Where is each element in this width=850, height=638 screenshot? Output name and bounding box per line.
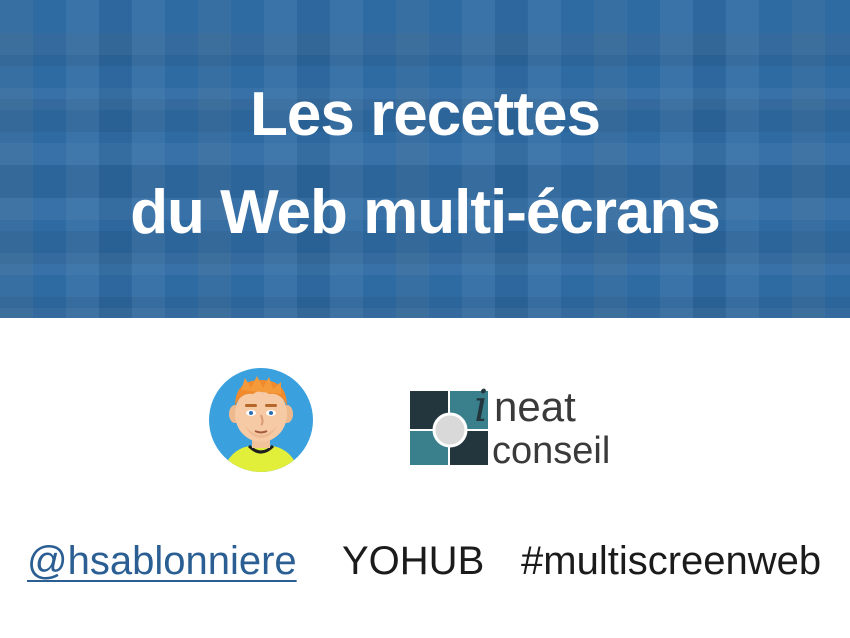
title-banner: Les recettes du Web multi-écrans: [0, 0, 850, 318]
ineat-conseil-logo: i neat conseil: [410, 381, 610, 472]
logo-word-ineat: neat: [494, 383, 576, 430]
twitter-handle-link[interactable]: @hsablonniere: [27, 536, 297, 586]
event-name: YOHUB: [342, 539, 485, 583]
logo-word-conseil: conseil: [492, 430, 610, 472]
cartoon-avatar-icon: [209, 368, 313, 472]
title-line-1: Les recettes: [250, 80, 601, 149]
logo-circle: [432, 412, 468, 448]
logo-i-glyph: i: [474, 381, 488, 432]
hashtag-text: #multiscreenweb: [521, 539, 822, 583]
title-line-2: du Web multi-écrans: [130, 178, 721, 247]
page-title: Les recettes du Web multi-écrans: [0, 66, 850, 262]
